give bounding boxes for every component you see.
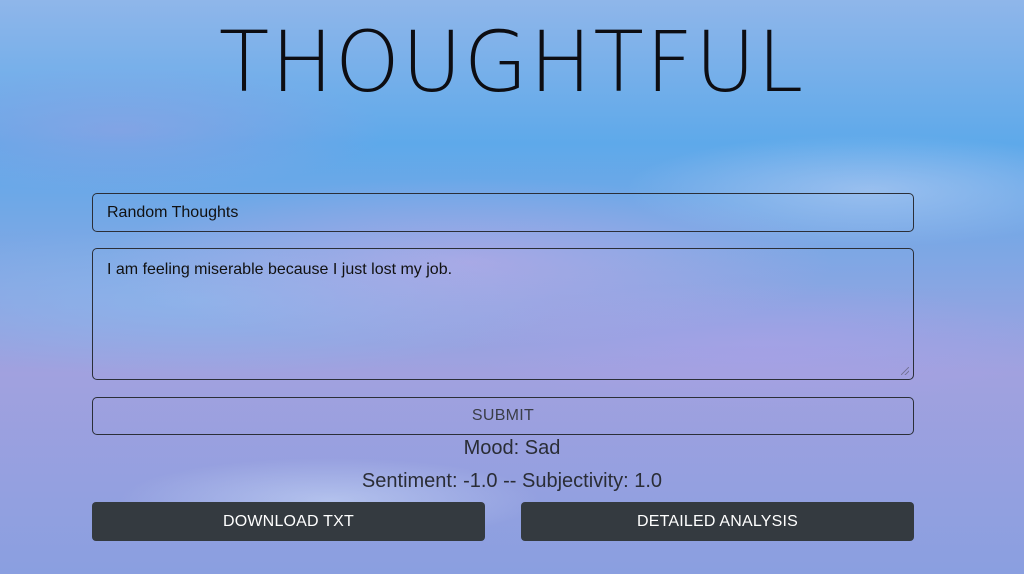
detailed-analysis-button[interactable]: DETAILED ANALYSIS bbox=[521, 502, 914, 541]
sentiment-subjectivity-result: Sentiment: -1.0 -- Subjectivity: 1.0 bbox=[361, 470, 663, 492]
mood-result: Mood: Sad bbox=[463, 437, 561, 459]
download-txt-button[interactable]: DOWNLOAD TXT bbox=[92, 502, 485, 541]
title-input[interactable]: Random Thoughts bbox=[92, 193, 914, 232]
page-title: THOUGHTFUL bbox=[218, 13, 806, 111]
submit-button[interactable]: SUBMIT bbox=[92, 397, 914, 435]
thought-textarea[interactable]: I am feeling miserable because I just lo… bbox=[92, 248, 914, 380]
thought-text: I am feeling miserable because I just lo… bbox=[107, 261, 453, 278]
resize-grip-icon[interactable] bbox=[901, 367, 909, 375]
